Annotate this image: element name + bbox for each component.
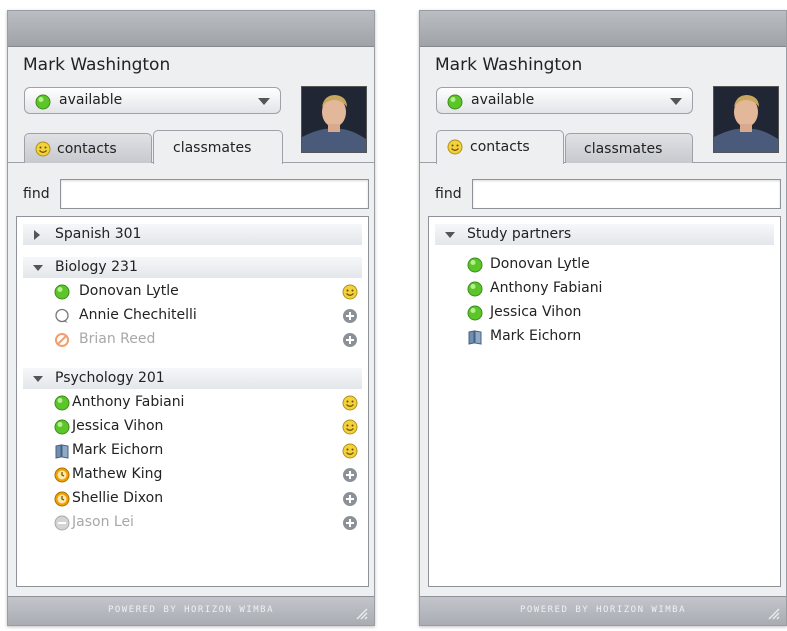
chevron-down-icon — [670, 98, 682, 105]
contacts-list: Study partners Donovan Lytle Anthony Fab… — [428, 216, 781, 587]
status-dropdown[interactable]: available — [24, 87, 281, 114]
list-item[interactable]: Mathew King — [17, 464, 368, 486]
resize-grip-icon[interactable] — [766, 606, 780, 620]
add-icon[interactable] — [342, 332, 358, 348]
contact-name: Anthony Fabiani — [72, 394, 185, 410]
list-item[interactable]: Anthony Fabiani — [429, 278, 780, 300]
tab-classmates[interactable]: classmates — [565, 133, 693, 163]
list-item[interactable]: Mark Eichorn — [429, 326, 780, 348]
user-name: Mark Washington — [23, 55, 171, 75]
book-icon — [468, 330, 482, 345]
list-item[interactable]: Jessica Vihon — [429, 302, 780, 324]
clock-icon — [54, 467, 70, 483]
user-name: Mark Washington — [435, 55, 583, 75]
contact-name: Mathew King — [72, 466, 163, 482]
green-dot-icon — [35, 94, 51, 110]
book-icon — [55, 444, 69, 459]
list-item[interactable]: Brian Reed — [17, 329, 368, 351]
status-label: available — [471, 92, 535, 108]
list-item[interactable]: Jason Lei — [17, 512, 368, 534]
speech-bubble-icon — [55, 308, 69, 323]
title-bar[interactable] — [420, 11, 786, 47]
status-dropdown[interactable]: available — [436, 87, 693, 114]
online-status-icon — [54, 419, 70, 435]
clock-icon — [54, 491, 70, 507]
resize-grip-icon[interactable] — [354, 606, 368, 620]
group-name: Biology 231 — [55, 259, 138, 275]
smiley-icon[interactable] — [342, 419, 358, 435]
tab-classmates[interactable]: classmates — [153, 130, 283, 164]
contact-name: Donovan Lytle — [79, 283, 179, 299]
add-icon[interactable] — [342, 491, 358, 507]
group-name: Study partners — [467, 226, 572, 242]
list-item[interactable]: Donovan Lytle — [429, 254, 780, 276]
avatar — [713, 86, 779, 153]
contact-name: Mark Eichorn — [490, 328, 582, 344]
group-header-study-partners[interactable]: Study partners — [435, 224, 774, 245]
list-item[interactable]: Donovan Lytle — [17, 281, 368, 303]
group-header-biology-231[interactable]: Biology 231 — [23, 257, 362, 278]
add-icon[interactable] — [342, 467, 358, 483]
online-status-icon — [467, 281, 483, 297]
tab-contacts[interactable]: contacts — [24, 133, 152, 163]
footer: POWERED BY HORIZON WIMBA — [420, 596, 786, 625]
add-icon[interactable] — [342, 515, 358, 531]
smiley-icon — [35, 141, 51, 157]
online-status-icon — [467, 257, 483, 273]
online-status-icon — [467, 305, 483, 321]
chevron-down-icon — [258, 98, 270, 105]
classmates-list: Spanish 301 Biology 231 Donovan Lytle An… — [16, 216, 369, 587]
contact-name: Donovan Lytle — [490, 256, 590, 272]
smiley-icon[interactable] — [342, 443, 358, 459]
smiley-icon — [447, 139, 463, 155]
contact-name: Shellie Dixon — [72, 490, 164, 506]
footer: POWERED BY HORIZON WIMBA — [8, 596, 374, 625]
contact-name: Jason Lei — [72, 514, 134, 530]
list-item[interactable]: Shellie Dixon — [17, 488, 368, 510]
online-status-icon — [54, 284, 70, 300]
contact-name: Brian Reed — [79, 331, 156, 347]
smiley-icon[interactable] — [342, 284, 358, 300]
footer-text: POWERED BY HORIZON WIMBA — [107, 605, 275, 615]
triangle-down-icon — [445, 232, 455, 238]
group-name: Spanish 301 — [55, 226, 142, 242]
add-icon[interactable] — [342, 308, 358, 324]
list-item[interactable]: Mark Eichorn — [17, 440, 368, 462]
contact-name: Anthony Fabiani — [490, 280, 603, 296]
list-item[interactable]: Anthony Fabiani — [17, 392, 368, 414]
online-status-icon — [54, 395, 70, 411]
tab-contacts-label: contacts — [57, 141, 117, 157]
contact-name: Jessica Vihon — [72, 418, 164, 434]
find-input[interactable] — [60, 179, 369, 209]
status-label: available — [59, 92, 123, 108]
footer-text: POWERED BY HORIZON WIMBA — [519, 605, 687, 615]
find-label: find — [435, 186, 462, 202]
contacts-window: Mark Washington available contacts class… — [419, 10, 787, 626]
contact-name: Jessica Vihon — [490, 304, 582, 320]
contact-name: Annie Chechitelli — [79, 307, 197, 323]
title-bar[interactable] — [8, 11, 374, 47]
triangle-down-icon — [33, 265, 43, 271]
classmates-window: Mark Washington available contacts class… — [7, 10, 375, 626]
list-item[interactable]: Jessica Vihon — [17, 416, 368, 438]
blocked-icon — [55, 333, 69, 347]
tab-classmates-label: classmates — [584, 141, 663, 157]
group-name: Psychology 201 — [55, 370, 165, 386]
find-label: find — [23, 186, 50, 202]
find-input[interactable] — [472, 179, 781, 209]
avatar — [301, 86, 367, 153]
smiley-icon[interactable] — [342, 395, 358, 411]
offline-icon — [54, 515, 70, 531]
list-item[interactable]: Annie Chechitelli — [17, 305, 368, 327]
tab-contacts-label: contacts — [470, 139, 530, 155]
group-header-psychology-201[interactable]: Psychology 201 — [23, 368, 362, 389]
green-dot-icon — [447, 94, 463, 110]
triangle-down-icon — [33, 376, 43, 382]
tab-classmates-label: classmates — [173, 140, 252, 156]
tab-contacts[interactable]: contacts — [436, 130, 564, 164]
group-header-spanish-301[interactable]: Spanish 301 — [23, 224, 362, 245]
contact-name: Mark Eichorn — [72, 442, 164, 458]
triangle-right-icon — [34, 230, 40, 240]
